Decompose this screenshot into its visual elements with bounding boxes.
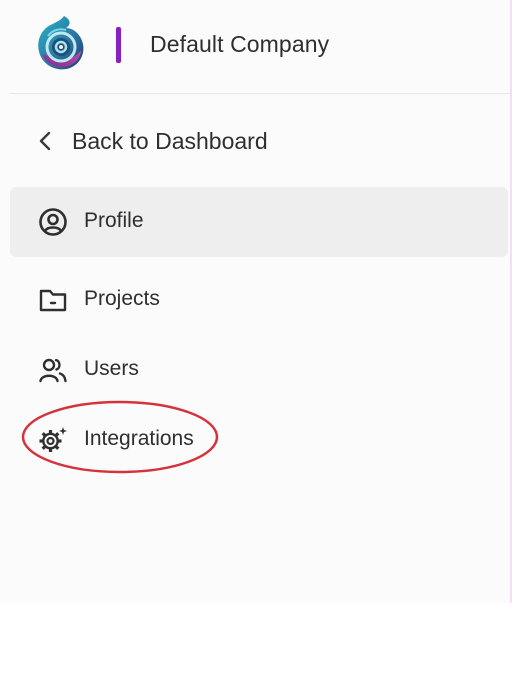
user-circle-icon bbox=[38, 207, 68, 237]
back-to-dashboard-link[interactable]: Back to Dashboard bbox=[36, 124, 268, 158]
sidebar-item-profile[interactable]: Profile bbox=[10, 187, 508, 257]
users-icon bbox=[38, 355, 68, 385]
sidebar-item-projects[interactable]: Projects bbox=[10, 284, 508, 316]
sidebar-edge bbox=[510, 0, 512, 603]
sidebar-item-label: Users bbox=[84, 357, 139, 380]
sidebar-item-integrations[interactable]: Integrations bbox=[10, 424, 508, 456]
sidebar-header: Default Company bbox=[0, 0, 510, 93]
sidebar-item-label: Profile bbox=[84, 209, 144, 232]
company-name: Default Company bbox=[150, 31, 330, 57]
header-divider bbox=[10, 93, 510, 94]
back-to-dashboard-label: Back to Dashboard bbox=[72, 127, 268, 154]
header-accent-bar bbox=[116, 27, 121, 63]
sidebar-item-label: Projects bbox=[84, 287, 160, 310]
gear-sparkle-icon bbox=[38, 425, 68, 455]
sidebar-item-users[interactable]: Users bbox=[10, 354, 508, 386]
swirl-logo-icon bbox=[38, 16, 84, 70]
chevron-left-icon bbox=[39, 131, 51, 151]
sidebar-item-label: Integrations bbox=[84, 427, 194, 450]
folder-icon bbox=[38, 285, 68, 315]
